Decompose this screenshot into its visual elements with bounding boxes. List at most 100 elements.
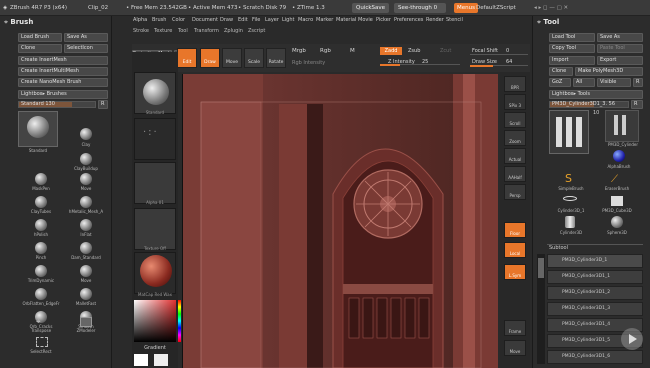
brush-move2-icon[interactable] — [80, 265, 92, 277]
load-brush-button[interactable]: Load Brush — [18, 33, 62, 42]
brush-selectrect-icon[interactable] — [36, 337, 48, 347]
persp-button[interactable]: Persp — [504, 184, 526, 200]
paste-tool-button[interactable]: Paste Tool — [597, 44, 643, 53]
menu-material[interactable]: Material — [336, 17, 356, 23]
bpr-button[interactable]: BPR — [504, 76, 526, 92]
brush-maskpen-icon[interactable] — [35, 173, 47, 185]
actual-button[interactable]: Actual — [504, 148, 526, 164]
floor-button[interactable]: Floor — [504, 222, 526, 238]
menu-marker[interactable]: Marker — [316, 17, 333, 23]
zadd-button[interactable]: Zadd — [380, 47, 402, 55]
create-insertmultimesh-button[interactable]: Create InsertMultiMesh — [18, 67, 108, 76]
current-tool-thumb[interactable] — [549, 110, 589, 154]
cylinder3d-icon[interactable] — [565, 216, 575, 228]
brush-standard-thumb[interactable] — [18, 111, 58, 147]
window-controls-icon[interactable]: ◂ ▸ ◻ — ▢ ✕ — [534, 0, 568, 15]
create-nanomesh-button[interactable]: Create NanoMesh Brush — [18, 78, 108, 87]
default-script[interactable]: DefaultZScript — [476, 0, 516, 15]
frame-button[interactable]: Frame — [504, 320, 526, 336]
brush-metalic-icon[interactable] — [80, 196, 92, 208]
menu-texture[interactable]: Texture — [154, 28, 172, 34]
brush-save-as-button[interactable]: Save As — [64, 33, 108, 42]
brush-r-button[interactable]: R — [98, 100, 108, 109]
secondary-color-swatch[interactable] — [154, 354, 168, 366]
all-button[interactable]: All — [573, 78, 595, 87]
brush-clay-icon[interactable] — [80, 128, 92, 140]
seethrough-slider[interactable]: See-through 0 — [394, 3, 446, 13]
lsym-button[interactable]: L.Sym — [504, 264, 526, 280]
subtool-item[interactable]: PM3D_Cylinder3D1_6 — [547, 350, 643, 364]
subtool-scrollbar[interactable] — [537, 254, 545, 364]
alpha-thumb[interactable] — [134, 162, 176, 204]
quicksave-button[interactable]: QuickSave — [352, 3, 390, 13]
visible-button[interactable]: Visible — [597, 78, 631, 87]
lightbox-tools-button[interactable]: Lightbox▸ Tools — [549, 90, 643, 99]
menu-movie[interactable]: Movie — [358, 17, 373, 23]
load-tool-button[interactable]: Load Tool — [549, 33, 595, 42]
play-overlay-icon[interactable] — [621, 328, 643, 350]
eraser-brush-icon[interactable]: ⟋ — [611, 174, 618, 185]
stroke-thumb[interactable]: ·:· — [134, 118, 176, 160]
aahalf-button[interactable]: AAHalf — [504, 166, 526, 182]
brush-hpolish-icon[interactable] — [35, 219, 47, 231]
tool-save-as-button[interactable]: Save As — [597, 33, 643, 42]
lightbox-brushes-button[interactable]: Lightbox▸ Brushes — [18, 90, 108, 99]
rotate-mode-button[interactable]: Rotate — [266, 48, 286, 68]
zcut-button[interactable]: Zcut — [440, 47, 451, 55]
brush-trimdynamic-icon[interactable] — [35, 265, 47, 277]
subtool-item[interactable]: PM3D_Cylinder3D1_2 — [547, 286, 643, 300]
menu-document[interactable]: Document — [192, 17, 218, 23]
copy-tool-button[interactable]: Copy Tool — [549, 44, 595, 53]
move-mode-button[interactable]: Move — [222, 48, 242, 68]
brush-claybuildup-icon[interactable] — [80, 153, 92, 165]
rgb-button[interactable]: Rgb — [320, 48, 331, 54]
menu-brush[interactable]: Brush — [152, 17, 166, 23]
create-insertmesh-button[interactable]: Create InsertMesh — [18, 56, 108, 65]
goz-button[interactable]: GoZ — [549, 78, 571, 87]
scale-mode-button[interactable]: Scale — [244, 48, 264, 68]
simple-brush-icon[interactable]: S — [565, 172, 572, 185]
brush-pinch-icon[interactable] — [35, 242, 47, 254]
tool-clone-button[interactable]: Clone — [549, 67, 573, 76]
main-color-swatch[interactable] — [134, 354, 148, 366]
menu-light[interactable]: Light — [282, 17, 294, 23]
menu-stencil[interactable]: Stencil — [446, 17, 463, 23]
menu-zplugin[interactable]: Zplugin — [224, 28, 243, 34]
alpha-brush-icon[interactable] — [613, 150, 625, 162]
current-tool-slider[interactable]: PM3D_Cylinder3D1_3. 56 — [549, 101, 629, 108]
menu-render[interactable]: Render — [426, 17, 444, 23]
hue-strip[interactable] — [178, 300, 181, 342]
menu-picker[interactable]: Picker — [376, 17, 391, 23]
spix-button[interactable]: SPix 3 — [504, 94, 526, 110]
import-button[interactable]: Import — [549, 56, 595, 65]
menu-stroke[interactable]: Stroke — [133, 28, 149, 34]
brush-orbflatten-icon[interactable] — [35, 288, 47, 300]
menu-preferences[interactable]: Preferences — [394, 17, 423, 23]
brush-clone-button[interactable]: Clone — [18, 44, 62, 53]
menu-tool[interactable]: Tool — [178, 28, 188, 34]
viewport-canvas[interactable] — [182, 74, 498, 368]
brush-move-icon[interactable] — [80, 173, 92, 185]
menu-macro[interactable]: Macro — [298, 17, 313, 23]
local-button[interactable]: Local — [504, 242, 526, 258]
subtool-item[interactable]: PM3D_Cylinder3D1_3 — [547, 302, 643, 316]
texture-thumb[interactable] — [134, 208, 176, 250]
subtool-item[interactable]: PM3D_Cylinder3D1_1 — [547, 270, 643, 284]
tool-pm3d-cylinder-thumb[interactable] — [605, 110, 639, 142]
zsub-button[interactable]: Zsub — [408, 47, 420, 55]
tool-r-button[interactable]: R — [633, 78, 643, 87]
menu-edit[interactable]: Edit — [238, 17, 248, 23]
brush-zmodeler-icon[interactable] — [80, 317, 92, 327]
focal-shift-slider[interactable]: Focal Shift 0 — [470, 47, 528, 55]
menu-layer[interactable]: Layer — [265, 17, 279, 23]
menu-zscript[interactable]: Zscript — [248, 28, 265, 34]
menu-color[interactable]: Color — [172, 17, 185, 23]
menu-draw[interactable]: Draw — [220, 17, 233, 23]
cylinder3d1-icon[interactable] — [563, 196, 577, 201]
scroll-button[interactable]: Scroll — [504, 112, 526, 128]
sphere3d-icon[interactable] — [611, 216, 623, 228]
standard-brush-slider[interactable]: Standard 130 — [18, 101, 96, 108]
menus-button[interactable]: Menus — [454, 3, 478, 13]
current-tool-r-button[interactable]: R — [631, 100, 643, 109]
brush-claytubes-icon[interactable] — [35, 196, 47, 208]
